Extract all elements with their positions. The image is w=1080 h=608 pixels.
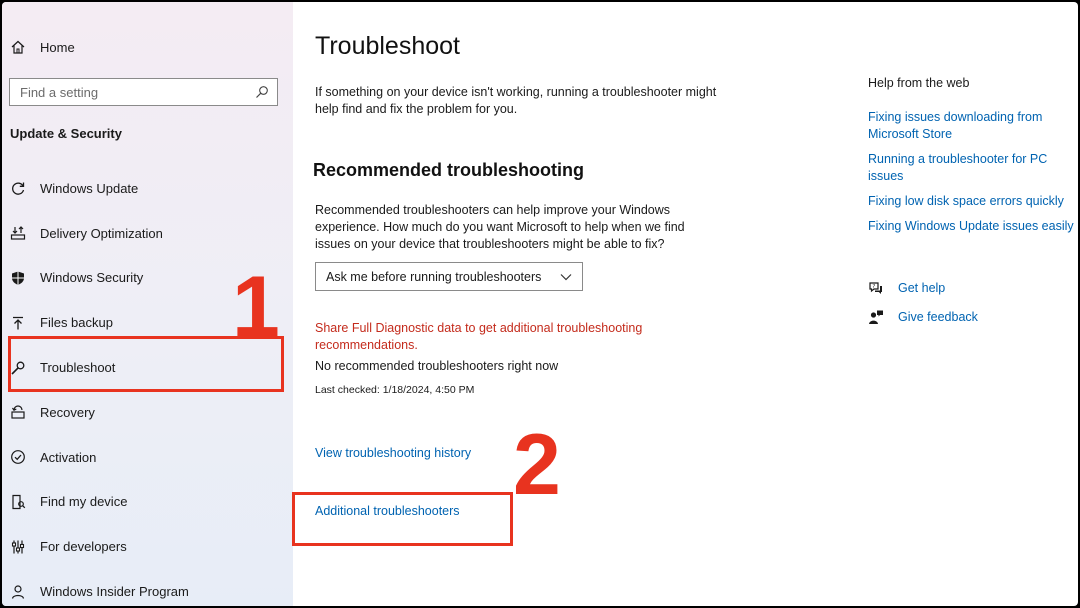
sidebar-item-windows-insider-program[interactable]: Windows Insider Program (2, 569, 293, 606)
shield-icon (12, 271, 24, 285)
share-diagnostic-link[interactable]: Share Full Diagnostic data to get additi… (315, 320, 695, 354)
help-link[interactable]: Fixing low disk space errors quickly (868, 193, 1078, 210)
sidebar-item-label: Windows Insider Program (40, 584, 189, 600)
svg-text:?: ? (872, 284, 875, 290)
search-icon[interactable] (255, 85, 269, 99)
check-circle-icon (11, 450, 25, 465)
sidebar-item-label: Windows Security (40, 270, 144, 286)
page-title: Troubleshoot (315, 32, 460, 60)
main-content: Troubleshoot If something on your device… (293, 2, 1078, 606)
dropdown-value: Ask me before running troubleshooters (326, 269, 542, 284)
feedback-person-icon (869, 310, 883, 324)
home-icon (11, 40, 25, 54)
sidebar-item-label: Delivery Optimization (40, 225, 163, 241)
help-link[interactable]: Fixing Windows Update issues easily (868, 218, 1078, 235)
help-web-links: Fixing issues downloading from Microsoft… (868, 109, 1078, 243)
sidebar-item-windows-update[interactable]: Windows Update (2, 166, 293, 211)
sidebar-item-recovery[interactable]: Recovery (2, 390, 293, 435)
give-feedback-label: Give feedback (898, 310, 978, 324)
backup-arrow-icon (13, 316, 23, 330)
developer-tools-icon (11, 540, 25, 554)
refresh-icon (12, 182, 25, 196)
wrench-icon (11, 361, 25, 375)
sidebar-item-delivery-optimization[interactable]: Delivery Optimization (2, 211, 293, 256)
recommended-title: Recommended troubleshooting (313, 160, 585, 180)
sidebar-item-label: Find my device (40, 494, 128, 510)
settings-window: Home Update & Security Windows Update (2, 2, 1078, 606)
section-title: Update & Security (10, 126, 122, 141)
help-link[interactable]: Running a troubleshooter for PC issues (868, 151, 1078, 185)
get-help-link[interactable]: ? Get help (868, 280, 945, 296)
view-history-link[interactable]: View troubleshooting history (315, 446, 471, 460)
additional-troubleshooters-link[interactable]: Additional troubleshooters (315, 504, 460, 518)
sidebar-item-label: Recovery (40, 404, 95, 420)
sidebar-item-label: Windows Update (40, 180, 139, 196)
chevron-down-icon (560, 273, 572, 280)
get-help-label: Get help (898, 281, 946, 295)
no-recommended-text: No recommended troubleshooters right now (315, 359, 559, 373)
troubleshoot-preference-dropdown[interactable]: Ask me before running troubleshooters (315, 262, 583, 291)
sidebar-item-find-my-device[interactable]: Find my device (2, 480, 293, 525)
delivery-optimization-icon (10, 226, 26, 240)
intro-text: If something on your device isn't workin… (315, 85, 717, 116)
chat-help-icon: ? (869, 282, 882, 294)
annotation-step-2: 2 (513, 417, 561, 513)
sidebar-item-label: Activation (40, 449, 97, 465)
sidebar-item-label: For developers (40, 539, 127, 555)
sidebar-item-activation[interactable]: Activation (2, 435, 293, 480)
help-from-web-title: Help from the web (868, 76, 970, 90)
nav-home-label: Home (40, 39, 75, 55)
insider-icon (11, 584, 25, 599)
annotation-step-1: 1 (232, 259, 280, 355)
last-checked-text: Last checked: 1/18/2024, 4:50 PM (315, 384, 475, 396)
search-input[interactable] (20, 84, 240, 100)
nav-home[interactable]: Home (10, 36, 75, 58)
search-box[interactable] (9, 78, 278, 106)
find-device-icon (12, 494, 26, 510)
sidebar-item-label: Files backup (40, 315, 113, 331)
give-feedback-link[interactable]: Give feedback (868, 309, 978, 325)
sidebar-item-label: Troubleshoot (40, 360, 116, 376)
sidebar-item-for-developers[interactable]: For developers (2, 524, 293, 569)
help-link[interactable]: Fixing issues downloading from Microsoft… (868, 109, 1078, 143)
nav-list: Windows Update Delivery Optimization Win… (2, 166, 293, 606)
recommended-description: Recommended troubleshooters can help imp… (315, 203, 685, 251)
recovery-icon (11, 405, 25, 419)
